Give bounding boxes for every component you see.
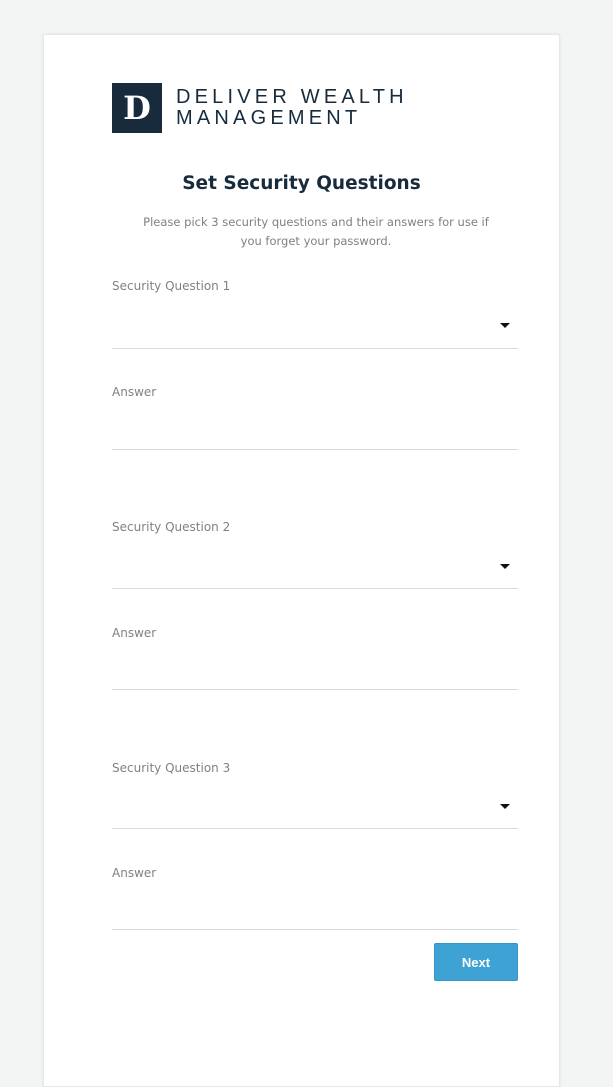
answer-3-underline [112, 929, 518, 930]
answer-3-input[interactable] [112, 900, 518, 928]
page-subtitle: Please pick 3 security questions and the… [110, 213, 522, 251]
security-question-2-underline [112, 588, 518, 589]
logo-mark: D [112, 83, 162, 133]
logo-text: DELIVER WEALTH MANAGEMENT [176, 87, 408, 129]
answer-1-label: Answer [112, 385, 157, 399]
security-question-2-label: Security Question 2 [112, 520, 231, 534]
answer-2-underline [112, 689, 518, 690]
security-question-1-label: Security Question 1 [112, 279, 231, 293]
answer-2-label: Answer [112, 626, 157, 640]
subtitle-line-2: you forget your password. [240, 234, 392, 248]
security-question-1-select[interactable] [112, 311, 518, 341]
security-question-3-select[interactable] [112, 792, 518, 822]
caret-down-icon [500, 804, 510, 809]
security-question-3-underline [112, 828, 518, 829]
next-button[interactable]: Next [434, 943, 518, 981]
brand-logo: D DELIVER WEALTH MANAGEMENT [112, 83, 408, 133]
subtitle-line-1: Please pick 3 security questions and the… [143, 215, 489, 229]
security-question-3-label: Security Question 3 [112, 761, 231, 775]
page-title: Set Security Questions [182, 173, 421, 194]
caret-down-icon [500, 323, 510, 328]
answer-2-input[interactable] [112, 660, 518, 688]
security-question-1-underline [112, 348, 518, 349]
security-question-2-select[interactable] [112, 552, 518, 582]
logo-line-1: DELIVER WEALTH [176, 86, 408, 108]
logo-line-2: MANAGEMENT [176, 107, 362, 129]
answer-1-underline [112, 449, 518, 450]
answer-3-label: Answer [112, 866, 157, 880]
answer-1-input[interactable] [112, 419, 518, 447]
caret-down-icon [500, 564, 510, 569]
